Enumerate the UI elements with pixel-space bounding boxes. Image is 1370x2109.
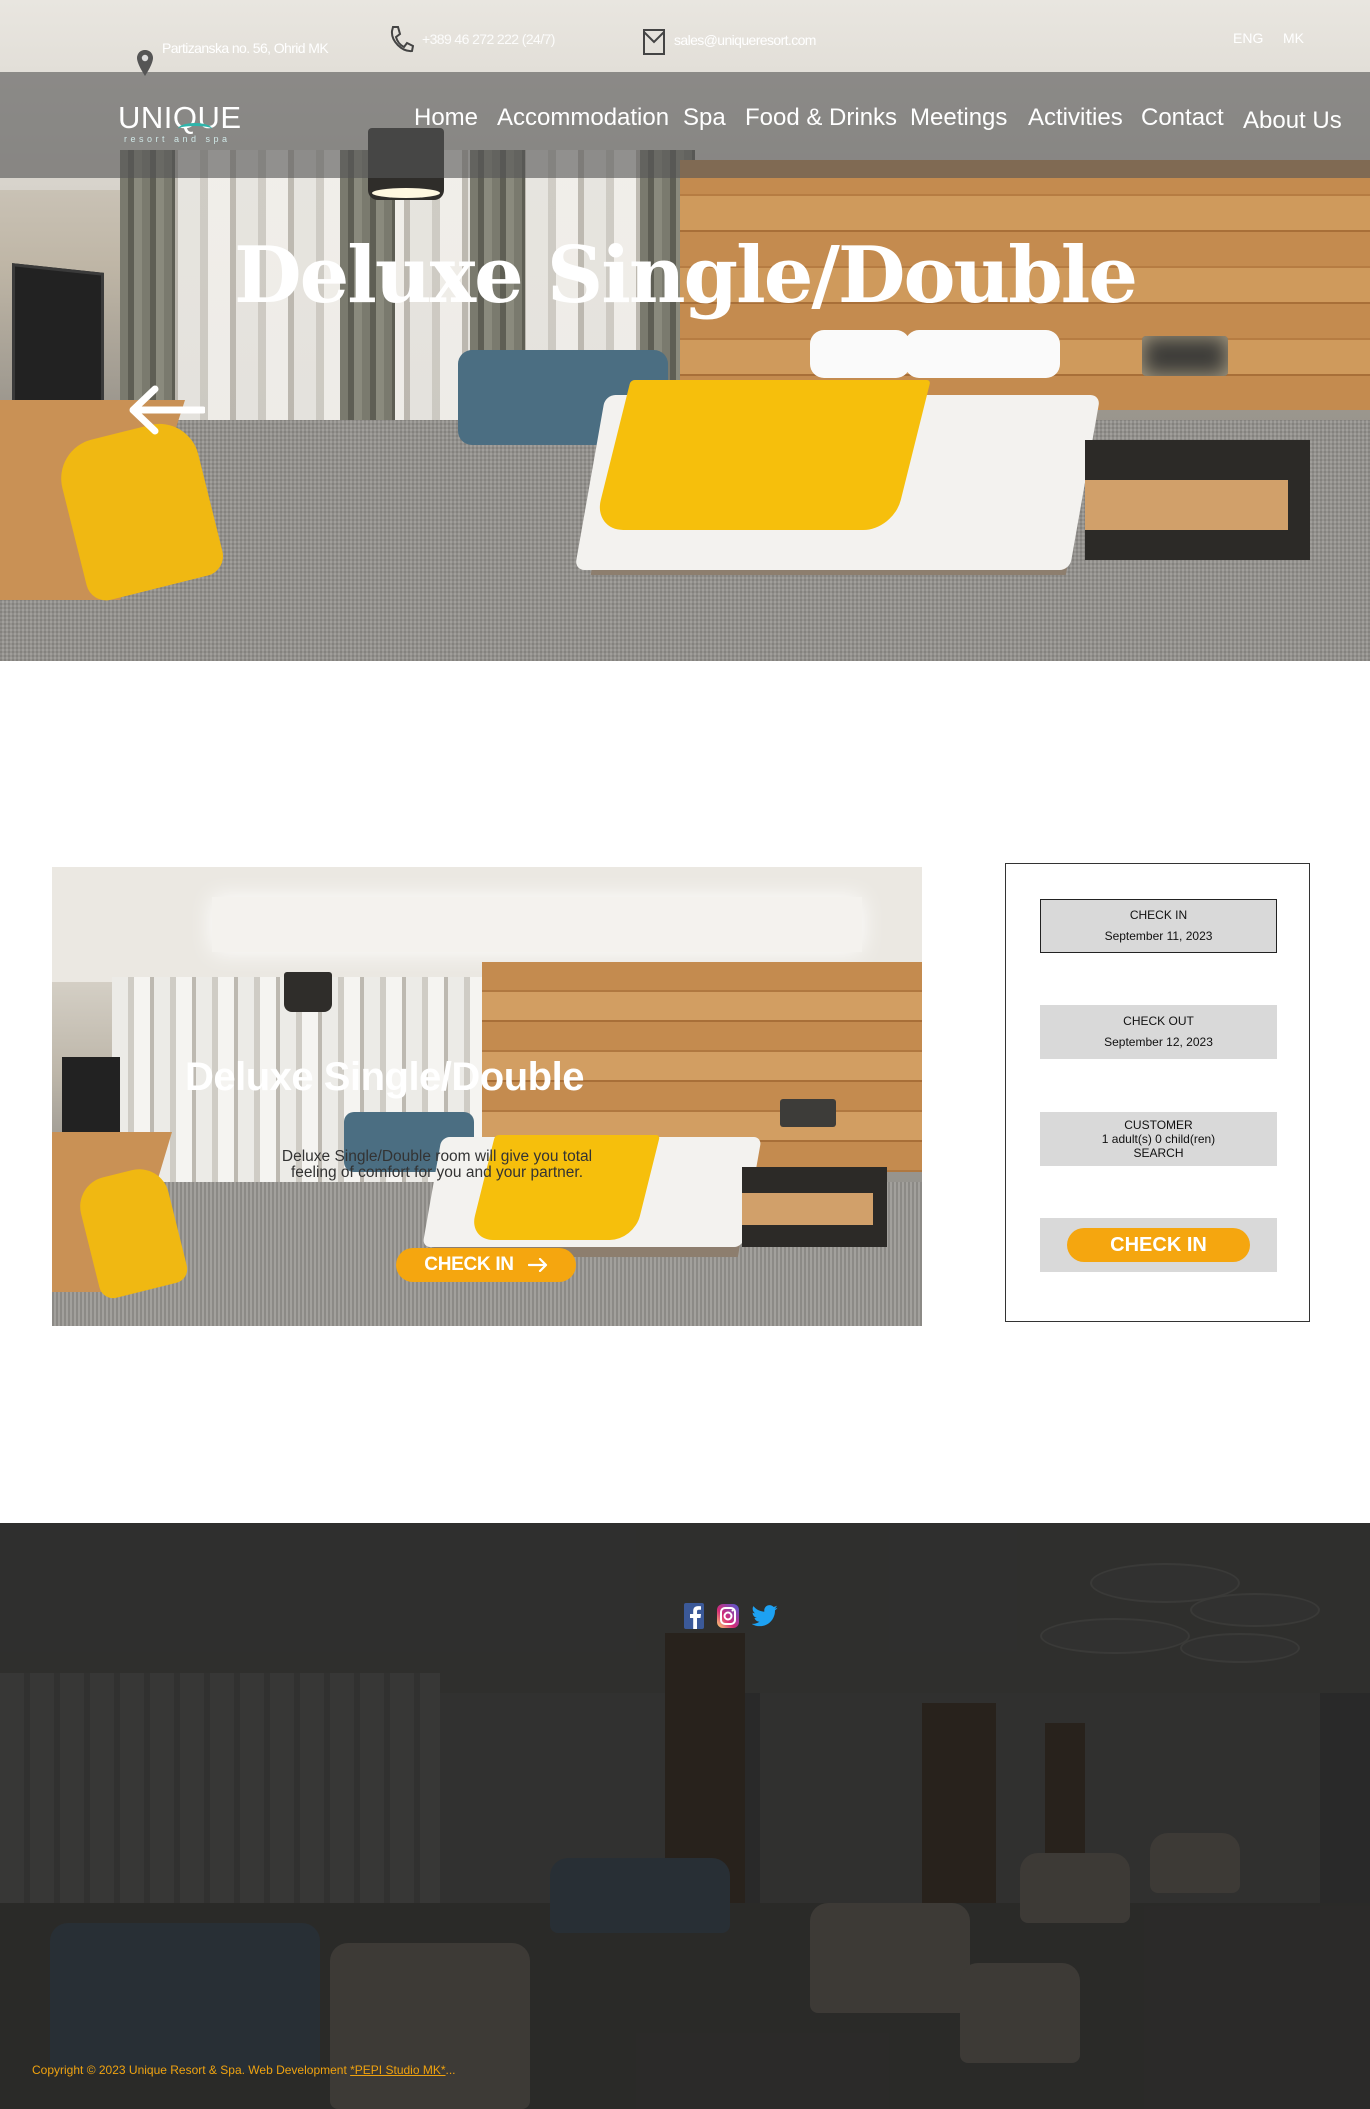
top-contact-bar: Partizanska no. 56, Ohrid MK +389 46 272… [0,0,1370,76]
copyright-label: Copyright © 2023 Unique Resort & Spa. We… [32,2063,351,2077]
instagram-icon[interactable] [717,1603,739,1629]
customer-field[interactable]: CUSTOMER 1 adult(s) 0 child(ren) SEARCH [1040,1112,1277,1166]
social-links [684,1603,778,1629]
customer-value: 1 adult(s) 0 child(ren) [1101,1132,1216,1146]
nav-food-drinks[interactable]: Food & Drinks [745,104,897,132]
check-out-field[interactable]: CHECK OUT September 12, 2023 [1040,1005,1277,1059]
twitter-icon[interactable] [752,1605,778,1627]
nav-accommodation[interactable]: Accommodation [497,104,669,132]
phone-text: +389 46 272 222 (24/7) [422,31,555,47]
arrow-left-icon [129,385,207,435]
lang-eng[interactable]: ENG [1233,30,1263,46]
site-logo[interactable]: UNIQUE resort and spa [118,100,242,144]
booking-panel: CHECK IN September 11, 2023 CHECK OUT Se… [1005,863,1310,1322]
copyright-text: Copyright © 2023 Unique Resort & Spa. We… [32,2063,456,2077]
search-label[interactable]: SEARCH [1040,1146,1277,1160]
nav-home[interactable]: Home [414,104,478,132]
address-text: Partizanska no. 56, Ohrid MK [162,40,329,56]
phone-icon [390,26,414,53]
booking-check-in-button[interactable]: CHECK IN [1067,1228,1250,1262]
room-card-title: Deluxe Single/Double [185,1055,584,1099]
check-in-label: CHECK IN [1129,908,1188,922]
check-in-value: September 11, 2023 [1104,929,1213,943]
arrow-right-icon [527,1258,547,1272]
nav-meetings[interactable]: Meetings [910,104,1007,132]
customer-label: CUSTOMER [1124,1118,1193,1132]
hero-section: Partizanska no. 56, Ohrid MK +389 46 272… [0,0,1370,661]
email-text: sales@uniqueresort.com [674,32,816,48]
booking-submit-area: CHECK IN [1040,1218,1277,1272]
email-item[interactable]: sales@uniqueresort.com [642,24,816,56]
site-footer: Copyright © 2023 Unique Resort & Spa. We… [0,1523,1370,2109]
room-card-description: Deluxe Single/Double room will give you … [281,1148,593,1181]
room-check-in-button[interactable]: CHECK IN [396,1248,576,1282]
hero-back-button[interactable] [125,385,207,440]
nav-about-us[interactable]: About Us [1243,107,1342,135]
developer-link[interactable]: *PEPI Studio MK* [350,2063,445,2077]
nav-spa[interactable]: Spa [683,104,726,132]
lang-mk[interactable]: MK [1283,30,1304,46]
logo-tagline: resort and spa [124,134,231,144]
facebook-icon[interactable] [684,1603,704,1629]
phone-item[interactable]: +389 46 272 222 (24/7) [388,24,555,54]
nav-contact[interactable]: Contact [1141,104,1224,132]
check-in-field[interactable]: CHECK IN September 11, 2023 [1040,899,1277,953]
room-check-in-label: CHECK IN [424,1254,514,1275]
copyright-ellipsis: ... [445,2063,456,2077]
room-card: Deluxe Single/Double Deluxe Single/Doubl… [52,867,922,1326]
email-icon [643,29,665,55]
nav-activities[interactable]: Activities [1028,104,1123,132]
logo-arc-icon [178,123,212,135]
check-out-value: September 12, 2023 [1104,1035,1213,1049]
check-out-label: CHECK OUT [1123,1014,1194,1028]
hero-title: Deluxe Single/Double [233,230,1138,321]
